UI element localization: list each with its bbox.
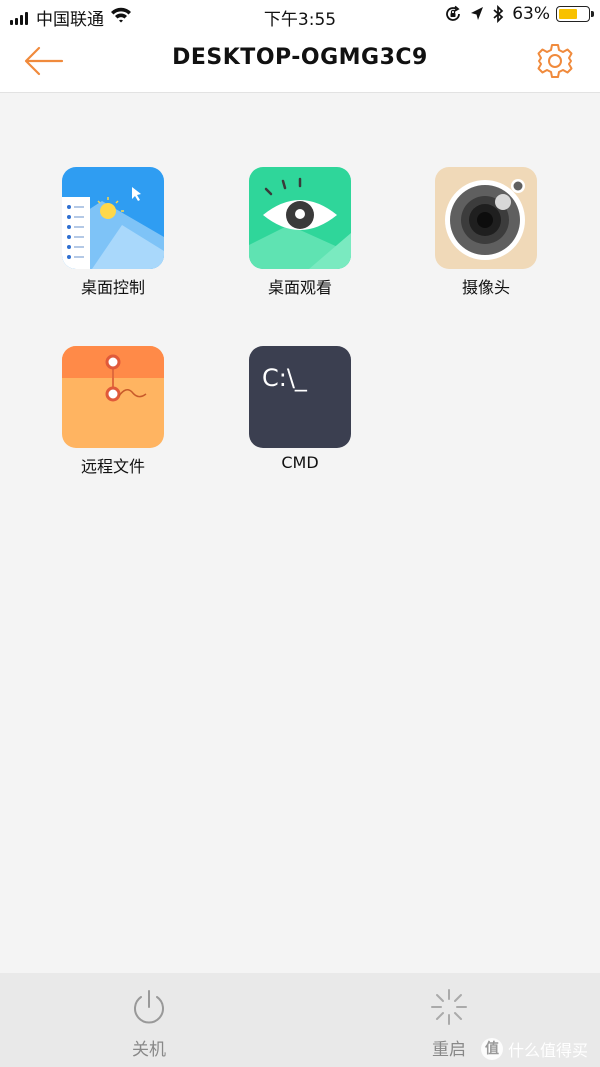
app-label: 桌面控制 — [80, 278, 145, 297]
file-folder-icon — [62, 346, 164, 448]
bluetooth-icon — [492, 5, 504, 23]
battery-icon — [556, 6, 594, 22]
app-label: 桌面观看 — [267, 278, 332, 297]
power-icon — [134, 990, 164, 1024]
bottom-bar: 关机 重启 值 什么值得买 — [0, 973, 600, 1067]
status-right: 63% — [436, 4, 594, 24]
settings-button[interactable] — [536, 42, 574, 80]
terminal-icon: C:\_ — [249, 346, 351, 448]
location-arrow-icon — [470, 6, 484, 22]
rotation-lock-icon — [444, 5, 462, 23]
shutdown-label: 关机 — [132, 1040, 166, 1060]
nav-bar: DESKTOP-OGMG3C9 — [0, 30, 600, 93]
app-remote-files[interactable]: 远程文件 — [33, 346, 193, 477]
app-label: CMD — [281, 453, 319, 472]
app-cmd[interactable]: C:\_ CMD — [220, 346, 380, 472]
watermark-logo: 值 — [480, 1038, 503, 1060]
watermark-text: 什么值得买 — [507, 1041, 588, 1060]
page-title: DESKTOP-OGMG3C9 — [172, 45, 428, 70]
watermark: 值 什么值得买 — [480, 1037, 588, 1061]
shutdown-button[interactable]: 关机 — [89, 987, 209, 1060]
app-camera[interactable]: 摄像头 — [406, 167, 566, 298]
restart-spinner-icon — [431, 989, 467, 1025]
gear-icon — [537, 44, 573, 78]
app-desktop-control[interactable]: 桌面控制 — [33, 167, 193, 298]
status-bar: 中国联通 下午3:55 63% — [0, 0, 600, 30]
terminal-prompt-text: C:\_ — [262, 364, 307, 392]
app-desktop-view[interactable]: 桌面观看 — [220, 167, 380, 298]
app-label: 远程文件 — [80, 457, 145, 476]
battery-percent: 63% — [512, 4, 550, 24]
eye-icon — [249, 167, 351, 269]
camera-icon — [435, 167, 537, 269]
desktop-control-icon — [62, 167, 164, 269]
app-label: 摄像头 — [461, 278, 510, 297]
